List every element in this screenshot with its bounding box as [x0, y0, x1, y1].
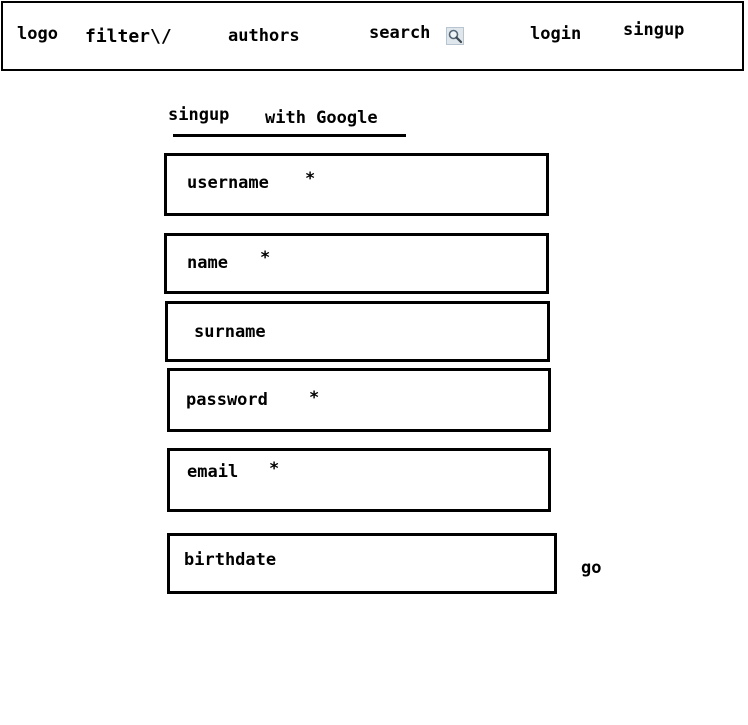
signup-link[interactable]: singup	[623, 22, 684, 39]
filter-dropdown[interactable]: filter\/	[85, 28, 172, 46]
username-required-mark: *	[305, 169, 316, 189]
email-required-mark: *	[269, 459, 280, 479]
go-button[interactable]: go	[581, 560, 601, 577]
name-required-mark: *	[260, 248, 271, 268]
birthdate-label: birthdate	[184, 550, 277, 570]
email-label: email	[187, 462, 239, 482]
authors-link[interactable]: authors	[228, 28, 300, 45]
search-link[interactable]: search	[369, 25, 430, 42]
password-label: password	[186, 390, 268, 410]
password-required-mark: *	[309, 388, 320, 408]
logo[interactable]: logo	[17, 26, 58, 43]
magnifier-icon[interactable]	[446, 27, 464, 45]
name-label: name	[187, 253, 228, 273]
signup-tab[interactable]: singup	[168, 107, 229, 124]
username-label: username	[187, 173, 269, 193]
surname-label: surname	[194, 322, 266, 342]
login-link[interactable]: login	[530, 26, 581, 43]
tab-underline	[173, 134, 406, 137]
signup-with-google-tab[interactable]: with Google	[265, 110, 378, 127]
